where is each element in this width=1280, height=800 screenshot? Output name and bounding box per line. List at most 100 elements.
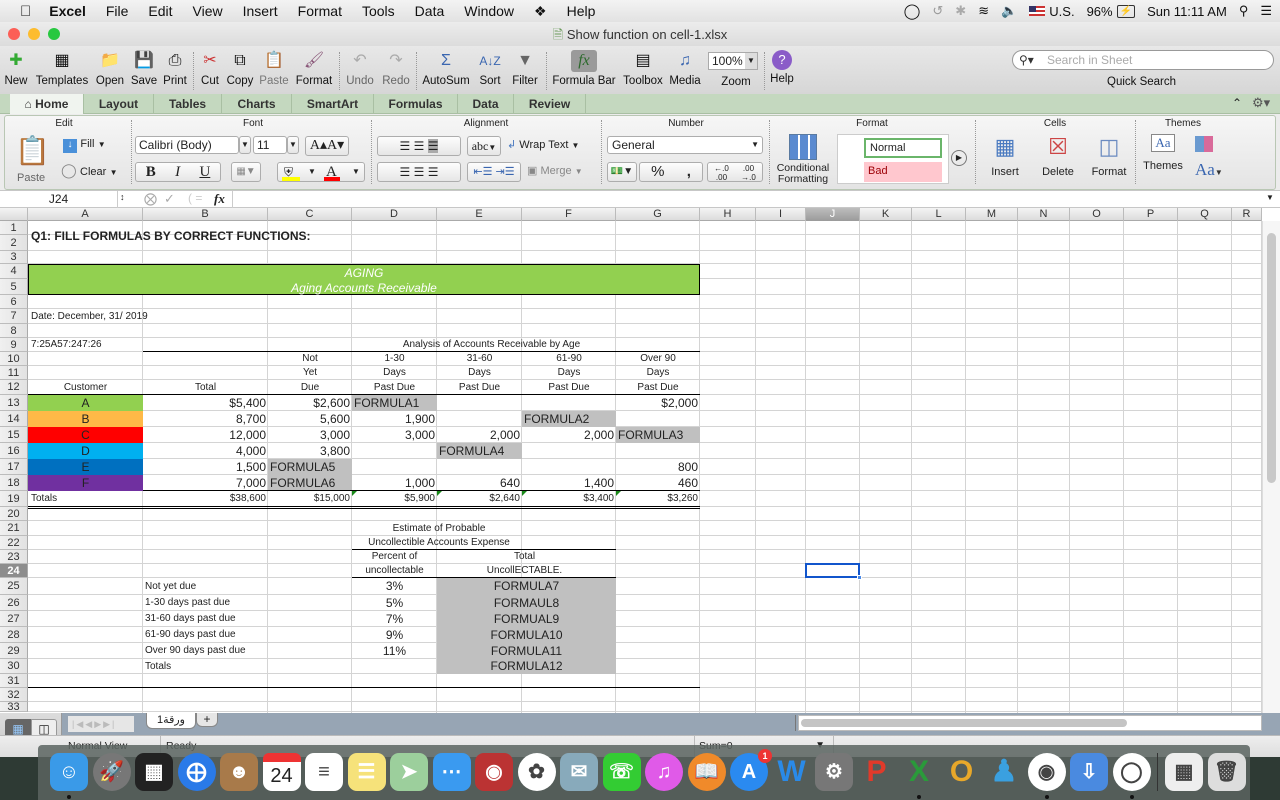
sync-icon[interactable]: ◯ [904, 2, 921, 20]
decrease-font-icon[interactable]: A▾ [327, 138, 344, 153]
calendar-icon[interactable]: 24 [262, 753, 301, 791]
notification-center-icon[interactable]: ☰ [1260, 3, 1272, 19]
outlook-icon[interactable]: O [943, 753, 981, 791]
customer-cell[interactable]: A [28, 395, 143, 411]
formula-cell[interactable]: FORMULA2 [522, 411, 616, 427]
font-color-button[interactable]: A [324, 163, 340, 181]
horizontal-scrollbar[interactable] [798, 715, 1262, 731]
row-header-31[interactable]: 31 [0, 674, 28, 688]
row-header-32[interactable]: 32 [0, 688, 28, 702]
column-header-k[interactable]: K [860, 208, 912, 221]
menu-app[interactable]: Excel [39, 0, 96, 22]
fill-color-button[interactable]: ⛨ [282, 163, 300, 181]
font-size-dropdown[interactable]: ▼ [287, 136, 299, 154]
menu-view[interactable]: View [183, 0, 233, 22]
formula-cell[interactable]: FORMULA1 [352, 395, 437, 411]
launchpad-icon[interactable]: 🚀 [92, 753, 131, 791]
row-header-29[interactable]: 29 [0, 643, 28, 659]
decrease-indent-icon[interactable]: ⇤☰ [473, 166, 492, 178]
percent-button[interactable]: % [651, 163, 664, 181]
column-header-g[interactable]: G [616, 208, 700, 221]
row-header-14[interactable]: 14 [0, 411, 28, 427]
totals-cell[interactable]: $2,640 [437, 491, 522, 507]
totals-label[interactable]: Totals [28, 491, 143, 507]
amount-cell[interactable]: 1,000 [352, 475, 437, 491]
formula-cell[interactable]: FORMULA6 [268, 475, 352, 491]
totals-cell[interactable]: $3,400 [522, 491, 616, 507]
photo-booth-icon[interactable]: ◉ [475, 753, 513, 791]
column-heading[interactable]: Total [437, 550, 616, 564]
percent-cell[interactable] [352, 659, 437, 674]
percent-cell[interactable]: 3% [352, 578, 437, 595]
fx-icon[interactable]: fx [214, 191, 225, 207]
itunes-icon[interactable]: ♫ [645, 753, 683, 791]
fill-handle[interactable] [857, 575, 862, 580]
ibooks-icon[interactable]: 📖 [687, 753, 726, 791]
column-heading[interactable]: Total [143, 380, 268, 395]
total-cell[interactable]: 4,000 [143, 443, 268, 459]
estimate-label[interactable]: 61-90 days past due [143, 627, 268, 643]
menu-edit[interactable]: Edit [138, 0, 182, 22]
totals-cell[interactable]: $38,600 [143, 491, 268, 507]
decrease-decimal-button[interactable]: .00 →.0 [741, 164, 756, 182]
column-header-h[interactable]: H [700, 208, 756, 221]
column-heading[interactable]: Past Due [616, 380, 700, 395]
column-heading[interactable]: Days [522, 366, 616, 380]
totals-cell[interactable]: $15,000 [268, 491, 352, 507]
row-header-28[interactable]: 28 [0, 627, 28, 643]
column-heading[interactable]: Past Due [522, 380, 616, 395]
first-sheet-icon[interactable]: |◀ [72, 719, 85, 729]
column-heading[interactable]: Due [268, 380, 352, 395]
finder-icon[interactable]: ☺ [50, 753, 88, 791]
spreadsheet-grid[interactable]: ABCDEFGHIJKLMNOPQR 1 2 3 4 5 6 7 8 9 10 11 12 13 14 15… [0, 208, 1280, 713]
menu-file[interactable]: File [96, 0, 139, 22]
formula-cell[interactable]: FORMULA5 [268, 459, 352, 475]
column-heading[interactable]: Percent of [352, 550, 437, 564]
battery-icon[interactable]: ⚡ [1116, 4, 1136, 18]
align-bottom-icon[interactable]: ☰ [427, 139, 439, 153]
estimate-label[interactable]: Not yet due [143, 578, 268, 595]
italic-button[interactable]: I [175, 163, 180, 181]
font-color-dropdown[interactable]: ▼ [352, 163, 360, 181]
row-header-2[interactable]: 2 [0, 235, 28, 251]
error-indicator-icon[interactable] [352, 491, 357, 496]
column-heading[interactable]: Past Due [437, 380, 522, 395]
column-header-e[interactable]: E [437, 208, 522, 221]
comma-button[interactable]: , [687, 163, 691, 181]
word-icon[interactable]: W [773, 753, 811, 791]
gear-icon[interactable]: ⚙▾ [1252, 95, 1270, 111]
column-header-p[interactable]: P [1124, 208, 1178, 221]
format-painter-button[interactable]: 🖌 Format [294, 50, 334, 87]
row-header-13[interactable]: 13 [0, 395, 28, 411]
row-header-1[interactable]: 1 [0, 221, 28, 235]
column-heading[interactable]: Customer [28, 380, 143, 395]
system-preferences-icon[interactable]: ⚙ [815, 753, 853, 791]
column-heading[interactable]: Days [616, 366, 700, 380]
formula-input[interactable] [232, 191, 1262, 208]
templates-button[interactable]: ▦ Templates [34, 50, 90, 87]
selected-cell[interactable] [805, 563, 862, 580]
messenger-icon[interactable]: ♟ [985, 753, 1023, 791]
column-header-b[interactable]: B [143, 208, 268, 221]
sheet-tab[interactable]: ورقة1 [146, 713, 196, 729]
tab-layout[interactable]: Layout [84, 94, 154, 114]
expand-formula-icon[interactable]: ▼ [1266, 193, 1274, 202]
safari-icon[interactable]: ⨁ [177, 753, 216, 791]
amount-cell[interactable] [616, 443, 700, 459]
mission-control-icon[interactable]: ▦ [135, 753, 173, 791]
total-cell[interactable]: 8,700 [143, 411, 268, 427]
currency-button[interactable]: 💵▼ [607, 162, 637, 182]
total-cell[interactable]: 1,500 [143, 459, 268, 475]
column-header-c[interactable]: C [268, 208, 352, 221]
fill-color-dropdown[interactable]: ▼ [308, 163, 316, 181]
last-sheet-icon[interactable]: ▶| [103, 719, 116, 729]
error-indicator-icon[interactable] [522, 491, 527, 496]
vertical-align-buttons[interactable]: ☰ ☰ ☰ [377, 136, 461, 156]
row-header-20[interactable]: 20 [0, 507, 28, 521]
toolbox-button[interactable]: ▤ Toolbox [621, 50, 665, 87]
save-button[interactable]: 💾 Save [129, 50, 159, 87]
bold-button[interactable]: B [146, 163, 156, 181]
tab-tables[interactable]: Tables [154, 94, 222, 114]
amount-cell[interactable]: 800 [616, 459, 700, 475]
totals-cell[interactable]: $5,900 [352, 491, 437, 507]
